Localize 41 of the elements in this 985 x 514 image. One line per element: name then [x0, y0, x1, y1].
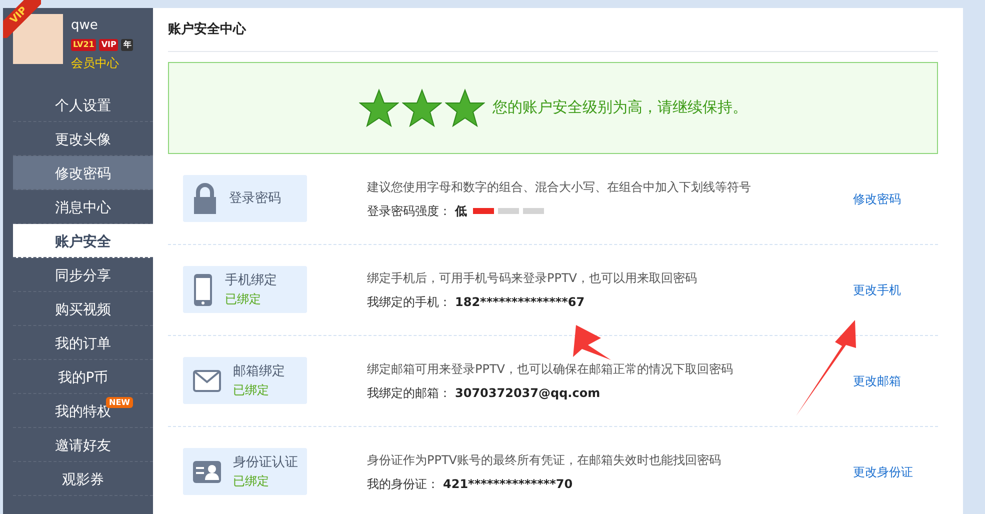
user-name: qwe	[71, 17, 99, 35]
sidebar-item[interactable]: 账户安全	[13, 224, 153, 258]
item-title: 手机绑定	[225, 272, 277, 290]
phone-icon	[193, 272, 213, 306]
action-link[interactable]: 修改密码	[853, 190, 901, 208]
item-description: 建议您使用字母和数字的组合、混合大小写、在组合中加入下划线等符号	[367, 178, 752, 196]
item-title: 身份证认证	[233, 454, 298, 472]
vip-badge: VIP	[99, 38, 118, 50]
detail-label: 我的身份证：	[367, 476, 439, 492]
item-description: 绑定邮箱可用来登录PPTV，也可以确保在邮箱正常的情况下取回密码	[367, 360, 734, 378]
detail-value: 421**************70	[443, 476, 573, 492]
detail-label: 我绑定的手机：	[367, 294, 451, 310]
bound-status: 已绑定	[225, 291, 262, 308]
year-badge: 年	[121, 38, 134, 50]
detail-value: 3070372037@qq.com	[455, 384, 600, 402]
star-icon	[444, 88, 484, 128]
sidebar-item[interactable]: 修改密码	[13, 156, 153, 190]
id-card-icon	[193, 460, 221, 482]
detail-label: 登录密码强度：	[367, 202, 451, 220]
star-icon	[402, 88, 442, 128]
item-description: 绑定手机后，可用手机号码来登录PPTV，也可以用来取回密码	[367, 270, 698, 286]
item-title: 登录密码	[229, 190, 281, 208]
lock-icon	[193, 182, 217, 214]
detail-label: 我绑定的邮箱：	[367, 384, 451, 402]
action-link[interactable]: 更改身份证	[853, 462, 913, 480]
bound-status: 已绑定	[233, 382, 270, 400]
annotation-arrow	[573, 325, 611, 360]
star-icon	[358, 88, 398, 128]
new-badge: NEW	[106, 397, 133, 408]
security-message: 您的账户安全级别为高，请继续保持。	[492, 97, 748, 118]
item-description: 身份证作为PPTV账号的最终所有凭证，在邮箱失效时也能找回密码	[367, 452, 722, 468]
level-badge: LV21	[71, 38, 96, 50]
member-center-link[interactable]: 会员中心	[71, 54, 119, 72]
detail-value: 182**************67	[455, 294, 585, 310]
action-link[interactable]: 更改邮箱	[853, 372, 901, 390]
action-link[interactable]: 更改手机	[853, 280, 901, 298]
detail-value: 低	[455, 202, 467, 220]
page-title: 账户安全中心	[168, 8, 938, 52]
bound-status: 已绑定	[233, 473, 270, 490]
item-title: 邮箱绑定	[233, 362, 285, 381]
envelope-icon	[193, 370, 221, 392]
